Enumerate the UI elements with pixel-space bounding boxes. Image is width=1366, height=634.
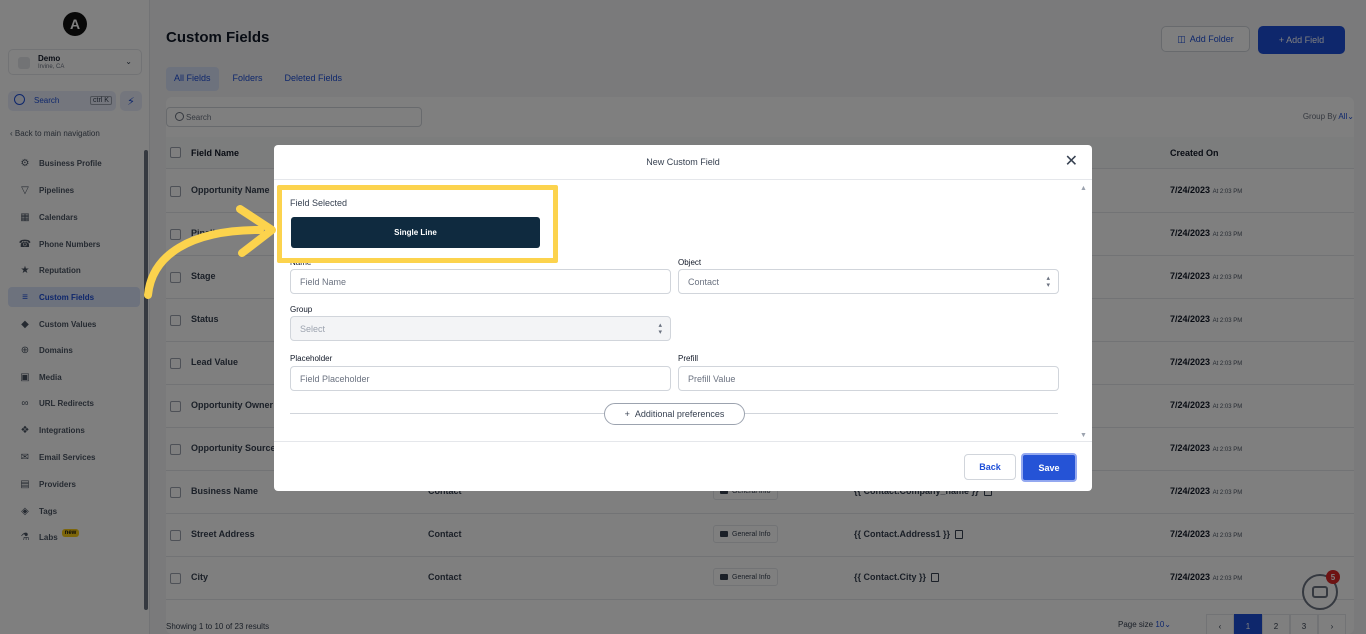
modal-header: New Custom Field ✕: [274, 145, 1092, 180]
placeholder-label: Placeholder: [290, 354, 333, 363]
save-button[interactable]: Save: [1021, 453, 1077, 482]
group-placeholder: Select: [300, 323, 326, 334]
modal-footer-divider: [274, 441, 1092, 442]
object-label: Object: [678, 258, 702, 267]
modal-title: New Custom Field: [646, 157, 720, 167]
field-name-input[interactable]: Field Name: [290, 269, 671, 294]
modal-scrollbar[interactable]: ▲ ▼: [1079, 183, 1089, 439]
select-arrows-icon: ▴ ▾: [658, 322, 662, 336]
prefill-label: Prefill: [678, 354, 699, 363]
group-label: Group: [290, 305, 313, 314]
group-select[interactable]: Select ▴ ▾: [290, 316, 671, 341]
tutorial-arrow-icon: [144, 205, 276, 299]
close-icon[interactable]: ✕: [1065, 154, 1078, 170]
back-button[interactable]: Back: [964, 454, 1016, 480]
select-arrows-icon: ▴ ▾: [1046, 275, 1050, 289]
object-value: Contact: [688, 276, 720, 287]
field-name-placeholder: Field Name: [300, 276, 347, 287]
scroll-down-icon[interactable]: ▼: [1080, 432, 1087, 439]
placeholder-input-placeholder: Field Placeholder: [300, 373, 370, 384]
prefill-input[interactable]: Prefill Value: [678, 366, 1059, 391]
plus-icon: +: [624, 409, 630, 419]
tutorial-highlight-box: [277, 185, 558, 263]
prefill-input-placeholder: Prefill Value: [688, 373, 736, 384]
scroll-up-icon[interactable]: ▲: [1080, 185, 1087, 192]
additional-preferences-label: Additional preferences: [634, 409, 725, 419]
additional-preferences-button[interactable]: + Additional preferences: [604, 403, 745, 425]
placeholder-input[interactable]: Field Placeholder: [290, 366, 671, 391]
object-select[interactable]: Contact ▴ ▾: [678, 269, 1059, 294]
